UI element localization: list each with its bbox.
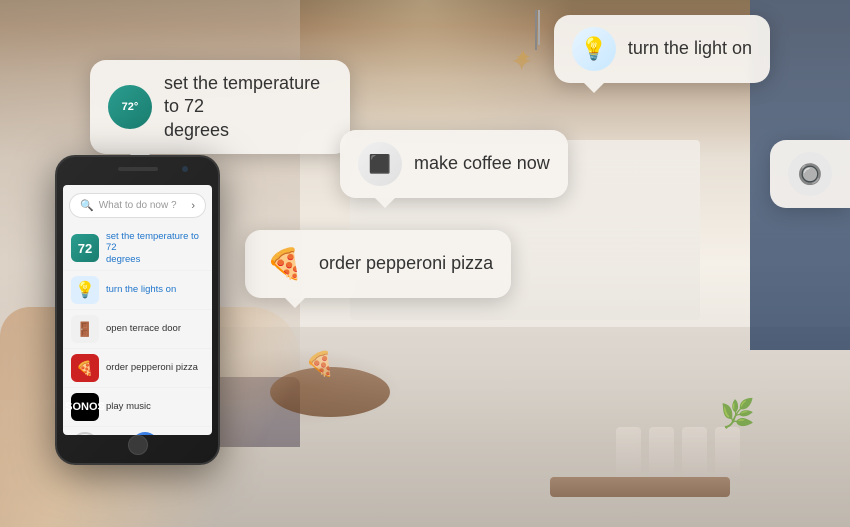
smartphone: 🔍 What to do now ? › 72 set the temperat… [55, 155, 220, 465]
chair [682, 427, 707, 477]
pizza-list-label: order pepperoni pizza [106, 362, 198, 373]
music-list-label: play music [106, 401, 151, 412]
chair [649, 427, 674, 477]
light-list-icon: 💡 [71, 276, 99, 304]
search-input-placeholder: What to do now ? [99, 200, 187, 211]
list-item[interactable]: 💡 turn the lights on [63, 271, 212, 310]
thermostat-icon: 72° [108, 85, 152, 129]
pizza-decoration: 🍕 [305, 350, 335, 379]
temperature-bubble-text: set the temperature to 72 degrees [164, 72, 332, 142]
circle-list-icon: ○ [71, 432, 99, 435]
list-item[interactable]: SONOS play music [63, 388, 212, 427]
light-list-label: turn the lights on [106, 284, 176, 295]
search-forward-icon: › [191, 200, 195, 212]
list-item[interactable]: 72 set the temperature to 72degrees [63, 226, 212, 271]
thermostat-list-icon: 72 [71, 234, 99, 262]
phone-screen: 🔍 What to do now ? › 72 set the temperat… [63, 185, 212, 435]
temperature-list-label: set the temperature to 72degrees [106, 231, 204, 265]
mic-button[interactable]: 🎤 [131, 432, 159, 435]
pizza-bubble: 🍕 order pepperoni pizza [245, 230, 511, 298]
temperature-bubble: 72° set the temperature to 72 degrees [90, 60, 350, 154]
partial-bubble: 🔘 [770, 140, 850, 208]
app-list: 72 set the temperature to 72degrees 💡 tu… [63, 224, 212, 435]
phone-speaker [118, 167, 158, 171]
coffee-bubble-text: make coffee now [414, 152, 550, 175]
search-icon: 🔍 [80, 199, 94, 212]
list-item[interactable]: 🍕 order pepperoni pizza [63, 349, 212, 388]
coffee-plug-icon: ⬛ [358, 142, 402, 186]
plant-decoration: 🌿 [720, 397, 760, 477]
dining-table [550, 477, 730, 497]
phone-home-button[interactable] [128, 435, 148, 455]
pizza-icon: 🍕 [263, 242, 307, 286]
door-list-label: open terrace door [106, 323, 181, 334]
chair [616, 427, 641, 477]
light-bubble: 💡 turn the light on [554, 15, 770, 83]
light-bubble-text: turn the light on [628, 37, 752, 60]
phone-camera [182, 166, 188, 172]
pizza-bubble-text: order pepperoni pizza [319, 252, 493, 275]
device-icon: 🔘 [788, 152, 832, 196]
search-bar[interactable]: 🔍 What to do now ? › [69, 193, 206, 218]
list-item[interactable]: 🚪 open terrace door [63, 310, 212, 349]
door-list-icon: 🚪 [71, 315, 99, 343]
lightbulb-icon: 💡 [572, 27, 616, 71]
music-list-icon: SONOS [71, 393, 99, 421]
pizza-list-icon: 🍕 [71, 354, 99, 382]
list-item[interactable]: ○ mak 🎤 ow [63, 427, 212, 435]
coffee-bubble: ⬛ make coffee now [340, 130, 568, 198]
